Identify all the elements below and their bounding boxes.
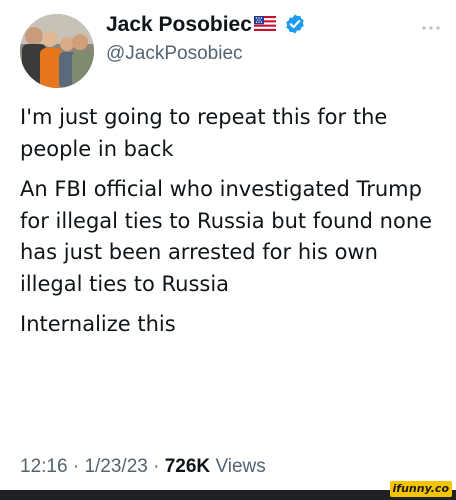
tweet-meta: 12:16 · 1/23/23 · 726K Views (20, 455, 266, 479)
display-name[interactable]: Jack Posobiec (106, 12, 252, 38)
meta-separator: · (72, 456, 80, 477)
tweet-time[interactable]: 12:16 (20, 456, 68, 477)
views-label: Views (215, 456, 266, 477)
views-count: 726K (164, 456, 211, 477)
tweet-text: I'm just going to repeat this for the pe… (20, 102, 442, 350)
footer-bar (0, 490, 456, 500)
tweet-paragraph: Internalize this (20, 312, 176, 336)
watermark-logo: ifunny.co (389, 481, 452, 497)
author-handle[interactable]: @JackPosobiec (106, 42, 243, 66)
avatar[interactable] (20, 14, 94, 88)
avatar-photo (20, 14, 94, 88)
tweet-card: Jack Posobiec @JackPosobiec I'm just goi… (0, 0, 456, 500)
verified-badge-icon (286, 14, 304, 34)
more-options-icon[interactable] (421, 24, 441, 32)
meta-separator: · (153, 456, 160, 477)
tweet-paragraph: An FBI official who investigated Trump f… (20, 177, 433, 296)
tweet-date[interactable]: 1/23/23 (84, 456, 147, 477)
tweet-paragraph: I'm just going to repeat this for the pe… (20, 105, 388, 161)
us-flag-icon (254, 16, 276, 31)
